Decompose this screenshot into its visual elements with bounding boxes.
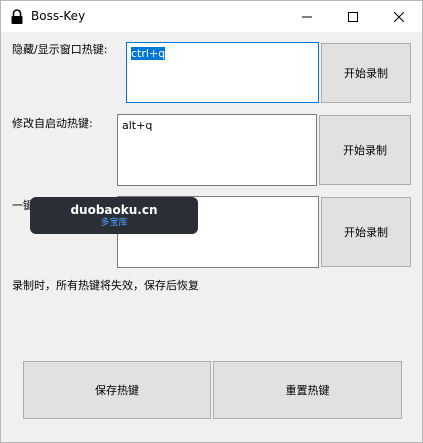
save-hotkey-button[interactable]: 保存热键 bbox=[23, 361, 211, 419]
window-title: Boss-Key bbox=[31, 9, 86, 23]
recording-info-text: 录制时，所有热键将失效，保存后恢复 bbox=[12, 279, 199, 292]
close-button[interactable] bbox=[376, 1, 422, 32]
autostart-hotkey-value: alt+q bbox=[122, 119, 153, 132]
third-record-button[interactable]: 开始录制 bbox=[321, 197, 411, 267]
close-icon bbox=[394, 11, 404, 22]
hide-show-hotkey-label: 隐藏/显示窗口热键: bbox=[12, 43, 108, 56]
hide-show-hotkey-input[interactable]: ctrl+q bbox=[126, 42, 319, 103]
minimize-icon bbox=[302, 12, 312, 22]
autostart-hotkey-input[interactable]: alt+q bbox=[117, 114, 317, 186]
title-bar[interactable]: Boss-Key bbox=[1, 1, 422, 32]
autostart-record-button[interactable]: 开始录制 bbox=[319, 115, 411, 185]
reset-hotkey-button[interactable]: 重置热键 bbox=[213, 361, 402, 419]
boss-key-window: Boss-Key 隐藏/显示窗口热键: ctrl+q 开始录制 修改自启动热键: bbox=[0, 0, 423, 443]
watermark-overlay: duobaoku.cn 多宝库 bbox=[30, 197, 198, 234]
hide-show-hotkey-value: ctrl+q bbox=[131, 47, 166, 60]
watermark-text: duobaoku.cn bbox=[70, 203, 158, 217]
minimize-button[interactable] bbox=[284, 1, 330, 32]
maximize-button[interactable] bbox=[330, 1, 376, 32]
hide-show-record-button[interactable]: 开始录制 bbox=[321, 43, 411, 103]
lock-icon bbox=[10, 9, 24, 25]
maximize-icon bbox=[348, 11, 358, 22]
watermark-subtext: 多宝库 bbox=[100, 218, 128, 228]
autostart-hotkey-label: 修改自启动热键: bbox=[12, 117, 93, 130]
